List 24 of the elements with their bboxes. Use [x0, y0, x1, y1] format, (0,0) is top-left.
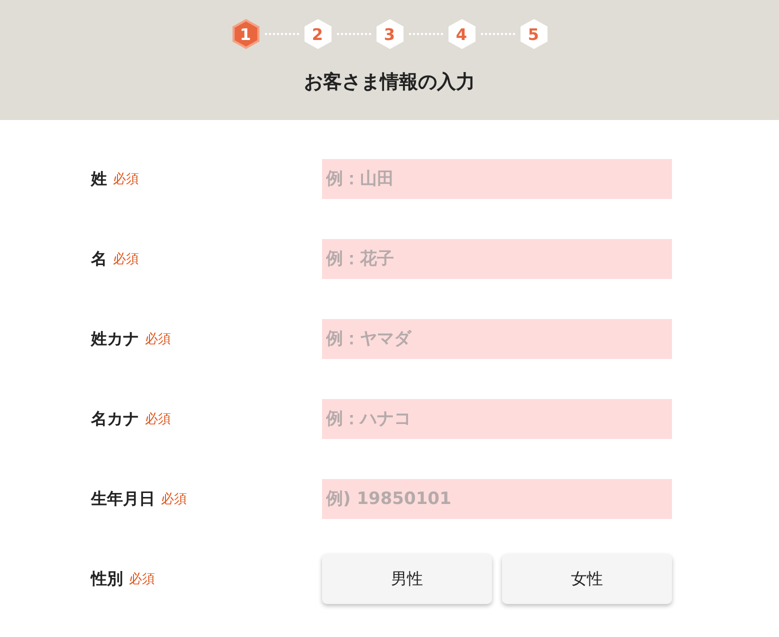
required-tag: 必須 [129, 570, 155, 588]
field-label: 姓カナ [91, 328, 139, 350]
field-label: 名 [91, 248, 107, 270]
required-tag: 必須 [161, 490, 187, 508]
option-button[interactable]: 女性 [502, 554, 672, 604]
field-label: 性別 [91, 568, 123, 590]
step-indicator: 1 [230, 18, 260, 50]
field-label: 姓 [91, 168, 107, 190]
required-tag: 必須 [145, 330, 171, 348]
step-connector [336, 33, 370, 35]
step-indicator: 4 [446, 18, 476, 50]
step-indicator: 3 [374, 18, 404, 50]
required-tag: 必須 [145, 410, 171, 428]
field-label: 名カナ [91, 408, 139, 430]
step-connector [480, 33, 514, 35]
required-tag: 必須 [113, 170, 139, 188]
step-indicator: 5 [518, 18, 548, 50]
field-label: 生年月日 [91, 488, 155, 510]
required-tag: 必須 [113, 250, 139, 268]
page-title: お客さま情報の入力 [304, 70, 475, 95]
step-connector [408, 33, 442, 35]
option-button[interactable]: 男性 [322, 554, 492, 604]
step-connector [264, 33, 298, 35]
step-indicator: 2 [302, 18, 332, 50]
